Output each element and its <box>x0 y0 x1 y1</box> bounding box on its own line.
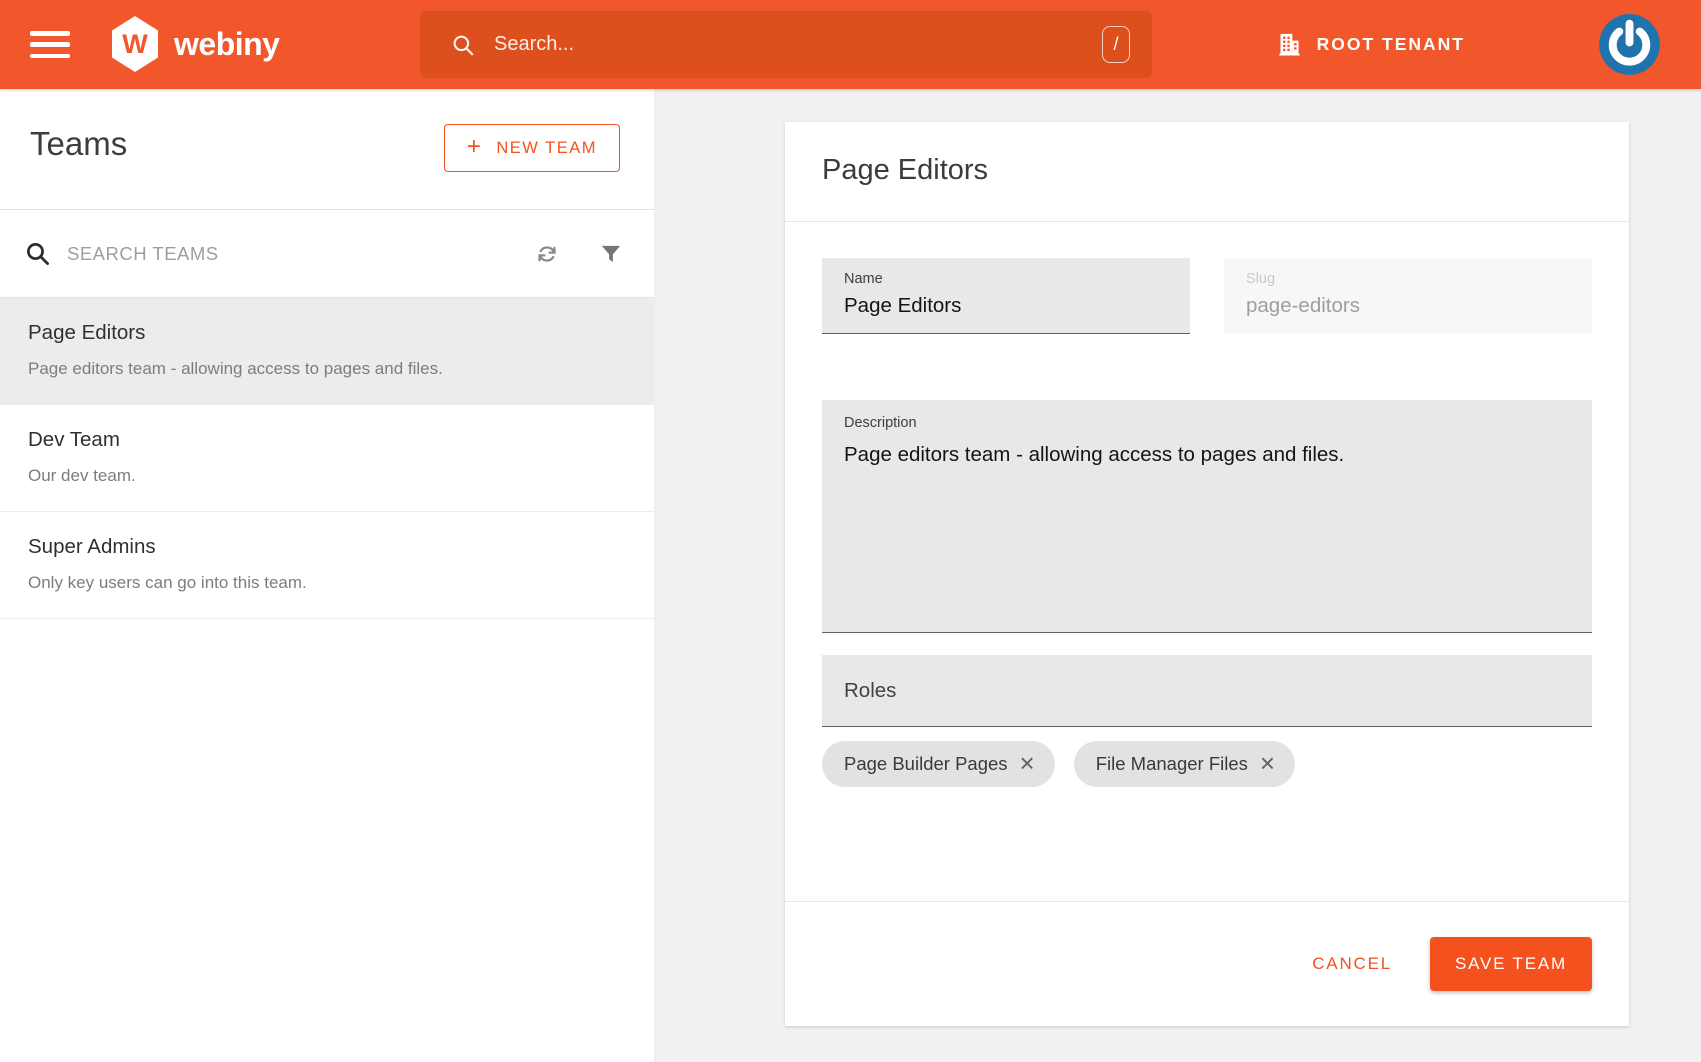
teams-search-input[interactable] <box>67 243 496 265</box>
description-field[interactable]: Description Page editors team - allowing… <box>822 400 1592 633</box>
brand-wordmark: webiny <box>174 26 279 63</box>
team-form-card: Page Editors Name Slug Description Page … <box>785 122 1629 1026</box>
global-search[interactable]: / <box>420 11 1152 78</box>
slug-field: Slug <box>1224 258 1592 334</box>
team-name: Dev Team <box>28 428 624 452</box>
name-input[interactable] <box>844 294 1168 318</box>
cancel-button[interactable]: CANCEL <box>1286 937 1418 991</box>
team-list-item-page-editors[interactable]: Page Editors Page editors team - allowin… <box>0 298 654 405</box>
menu-icon[interactable] <box>30 31 70 58</box>
save-team-button[interactable]: SAVE TEAM <box>1430 937 1592 991</box>
description-field-label: Description <box>844 415 1570 431</box>
team-details-area: Page Editors Name Slug Description Page … <box>655 89 1701 1062</box>
form-title: Page Editors <box>822 154 988 187</box>
team-description: Only key users can go into this team. <box>28 573 624 593</box>
team-name: Page Editors <box>28 321 624 345</box>
teams-panel-header: Teams + NEW TEAM <box>0 89 654 210</box>
role-chip-file-manager-files[interactable]: File Manager Files × <box>1074 741 1295 787</box>
webiny-logo-icon: W <box>110 16 160 72</box>
form-footer: CANCEL SAVE TEAM <box>785 901 1629 1026</box>
roles-field-label: Roles <box>844 679 896 703</box>
name-field-label: Name <box>844 271 1168 287</box>
roles-field[interactable]: Roles <box>822 655 1592 727</box>
filter-icon[interactable] <box>598 241 624 267</box>
form-header: Page Editors <box>785 122 1629 222</box>
teams-search-bar <box>0 210 654 298</box>
plus-icon: + <box>467 133 483 161</box>
user-avatar[interactable] <box>1599 14 1660 75</box>
name-field[interactable]: Name <box>822 258 1190 334</box>
team-list-item-super-admins[interactable]: Super Admins Only key users can go into … <box>0 512 654 619</box>
chip-label: File Manager Files <box>1096 753 1248 775</box>
webiny-brand[interactable]: W webiny <box>110 16 279 72</box>
team-list-item-dev-team[interactable]: Dev Team Our dev team. <box>0 405 654 512</box>
tenant-label: ROOT TENANT <box>1317 34 1465 55</box>
refresh-icon[interactable] <box>534 241 560 267</box>
team-description: Our dev team. <box>28 466 624 486</box>
team-description: Page editors team - allowing access to p… <box>28 359 624 379</box>
new-team-button[interactable]: + NEW TEAM <box>444 124 620 172</box>
chip-close-icon[interactable]: × <box>1020 750 1035 776</box>
shortcut-slash-badge: / <box>1102 26 1130 63</box>
page-title: Teams <box>30 125 127 163</box>
global-search-input[interactable] <box>494 33 1102 56</box>
search-icon <box>24 240 51 267</box>
chip-close-icon[interactable]: × <box>1260 750 1275 776</box>
app-header: W webiny / ROOT TENANT <box>0 0 1701 89</box>
power-gravatar-icon <box>1599 14 1660 75</box>
description-textarea[interactable]: Page editors team - allowing access to p… <box>844 443 1570 613</box>
logo-initial: W <box>122 29 147 60</box>
search-icon <box>450 32 476 58</box>
teams-list-panel: Teams + NEW TEAM Page Editors Page edito… <box>0 89 655 1062</box>
team-name: Super Admins <box>28 535 624 559</box>
tenant-selector[interactable]: ROOT TENANT <box>1276 0 1465 89</box>
new-team-label: NEW TEAM <box>496 139 597 158</box>
building-icon <box>1276 31 1303 58</box>
role-chip-page-builder-pages[interactable]: Page Builder Pages × <box>822 741 1055 787</box>
slug-field-label: Slug <box>1246 271 1570 287</box>
chip-label: Page Builder Pages <box>844 753 1008 775</box>
slug-input <box>1246 294 1570 318</box>
